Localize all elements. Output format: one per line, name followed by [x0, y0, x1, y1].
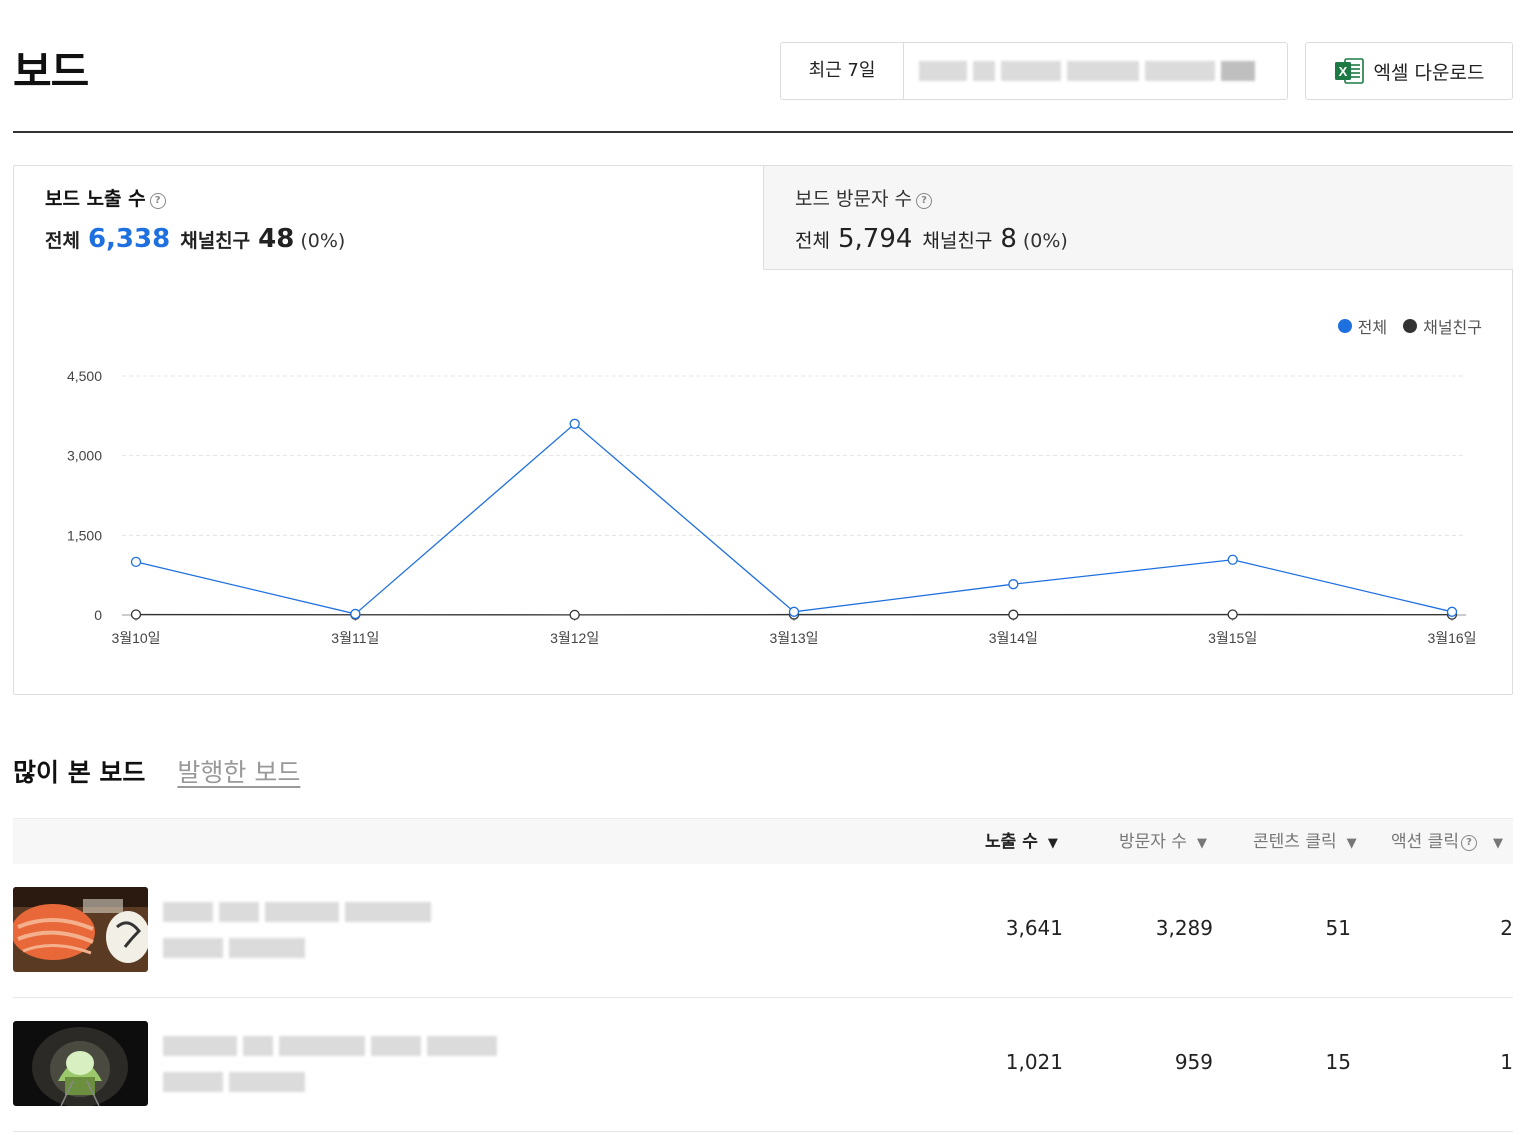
cell-content-clicks: 15	[1325, 1050, 1351, 1074]
cell-content-clicks: 51	[1325, 916, 1351, 940]
cell-impressions: 3,641	[1005, 916, 1063, 940]
column-action-clicks-label: 액션 클릭	[1391, 832, 1459, 852]
x-tick-label: 3월10일	[111, 630, 160, 646]
page-title: 보드	[13, 47, 89, 96]
help-icon[interactable]: ?	[1460, 835, 1477, 851]
column-impressions[interactable]: 노출 수 ▼	[985, 819, 1058, 865]
x-tick-label: 3월11일	[331, 630, 379, 646]
y-tick-label: 3,000	[67, 448, 102, 464]
column-visitors-label: 방문자 수	[1119, 832, 1187, 852]
table-row[interactable]: 3,641 3,289 51 2	[13, 864, 1513, 998]
column-action-clicks[interactable]: 액션 클릭? ▼	[1391, 819, 1503, 865]
stats-panel: 보드 노출 수? 전체 6,338 채널친구 48 (0%) 보드 방문자 수? 전체 5…	[13, 165, 1513, 695]
cell-visitors: 959	[1174, 1050, 1213, 1074]
board-date-blurred	[163, 938, 311, 960]
tab-published[interactable]: 발행한 보드	[177, 756, 300, 790]
sort-down-icon: ▼	[1492, 836, 1503, 851]
data-point-total	[1008, 579, 1019, 590]
date-range-blurred[interactable]	[919, 61, 1271, 81]
tab-most-viewed[interactable]: 많이 본 보드	[13, 756, 145, 790]
data-point-total	[350, 608, 361, 620]
x-tick-label: 3월12일	[550, 630, 599, 646]
x-tick-label: 3월13일	[769, 630, 818, 646]
data-point-friend	[569, 609, 580, 620]
x-tick-label: 3월16일	[1427, 630, 1476, 646]
board-tabs: 많이 본 보드 발행한 보드	[13, 756, 300, 790]
impressions-line-chart: 4,500 3,000 1,500 0 3월10일 3월11일 3월12일 3월13일 3월14…	[67, 368, 1477, 646]
board-title-blurred	[163, 1036, 503, 1058]
sort-down-icon: ▼	[1196, 836, 1207, 851]
table-row[interactable]: 1,021 959 15 1	[13, 998, 1513, 1132]
data-point-total	[788, 606, 800, 617]
table-header: 노출 수 ▼ 방문자 수 ▼ 콘텐츠 클릭 ▼ 액션 클릭? ▼	[13, 818, 1513, 864]
board-title-blurred	[163, 902, 437, 924]
title-divider	[13, 131, 1513, 133]
x-tick-label: 3월14일	[989, 630, 1038, 646]
cell-action-clicks: 2	[1500, 916, 1513, 940]
x-tick-label: 3월15일	[1208, 630, 1257, 646]
excel-icon: X	[1334, 57, 1364, 85]
data-point-friend	[130, 609, 142, 620]
data-point-friend	[1008, 609, 1019, 620]
period-label[interactable]: 최근 7일	[781, 43, 904, 99]
board-date-blurred	[163, 1072, 311, 1094]
date-range-selector[interactable]: 최근 7일	[780, 42, 1288, 100]
board-thumbnail-food[interactable]	[13, 887, 148, 972]
series-line-total	[135, 422, 1453, 615]
board-thumbnail-tunnel[interactable]	[13, 1021, 148, 1106]
data-point-total	[130, 556, 142, 568]
data-point-friend	[1227, 609, 1238, 620]
column-visitors[interactable]: 방문자 수 ▼	[1119, 819, 1207, 865]
data-point-total	[1227, 554, 1238, 565]
column-content-clicks[interactable]: 콘텐츠 클릭 ▼	[1253, 819, 1357, 865]
sort-down-icon: ▼	[1346, 836, 1357, 851]
svg-text:X: X	[1338, 64, 1347, 79]
data-point-total	[569, 418, 580, 429]
cell-visitors: 3,289	[1155, 916, 1213, 940]
data-point-total	[1446, 606, 1458, 617]
y-tick-label: 0	[94, 607, 102, 623]
y-tick-label: 4,500	[67, 368, 102, 384]
excel-download-button[interactable]: X 엑셀 다운로드	[1305, 42, 1513, 100]
column-content-clicks-label: 콘텐츠 클릭	[1253, 832, 1337, 852]
y-tick-label: 1,500	[67, 527, 102, 543]
cell-action-clicks: 1	[1500, 1050, 1513, 1074]
sort-down-icon: ▼	[1047, 836, 1058, 851]
cell-impressions: 1,021	[1005, 1050, 1063, 1074]
column-impressions-label: 노출 수	[985, 832, 1038, 852]
excel-download-label: 엑셀 다운로드	[1373, 61, 1485, 84]
